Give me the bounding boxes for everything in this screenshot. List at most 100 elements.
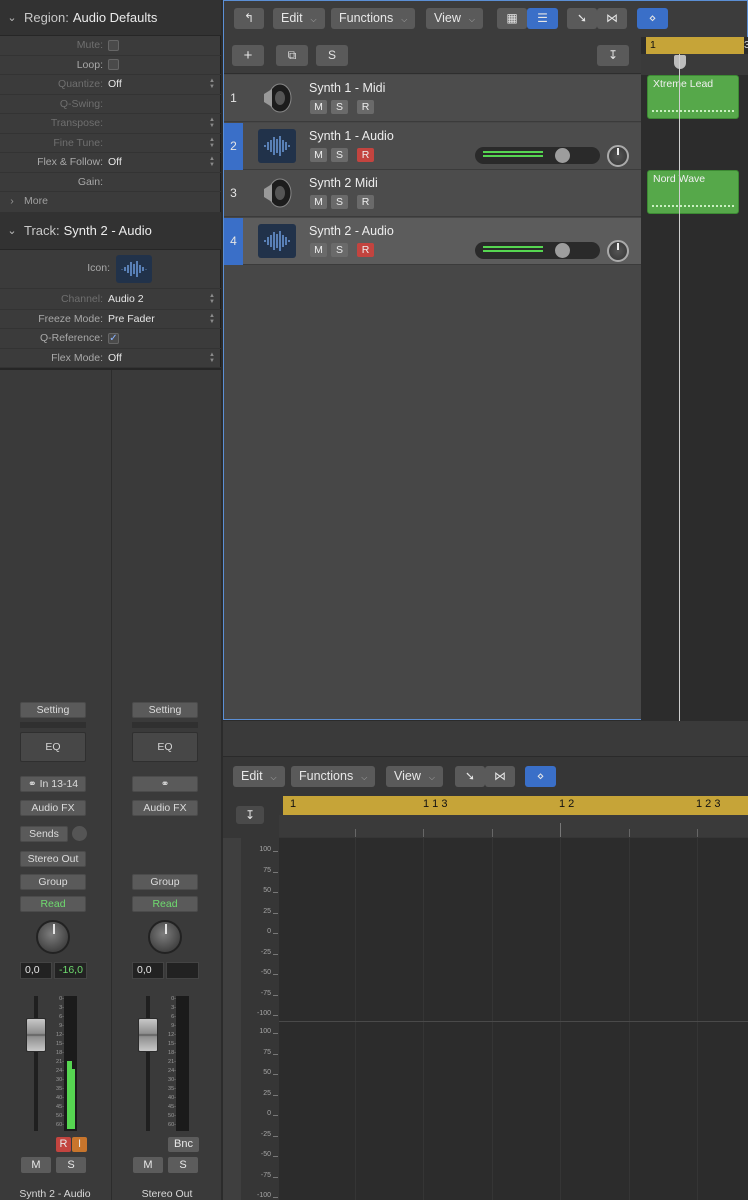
param-value[interactable]: Off — [108, 78, 203, 90]
playhead-handle[interactable] — [674, 55, 686, 69]
track-record-button[interactable]: R — [357, 147, 374, 162]
solo-button[interactable]: S — [56, 1157, 86, 1173]
back-arrow-icon[interactable]: ↰ — [234, 8, 264, 29]
cycle-ruler[interactable]: 1 — [646, 37, 744, 54]
track-record-button[interactable]: R — [357, 195, 374, 209]
input-slot[interactable]: ⚭ In 13-14 — [20, 776, 86, 792]
editor-timeline[interactable] — [279, 815, 748, 837]
tray-download-icon[interactable]: ↧ — [597, 45, 629, 66]
peak-readout[interactable] — [166, 962, 199, 979]
editor-view-menu[interactable]: View ⌵ — [386, 766, 443, 787]
region-nord-wave[interactable]: Nord Wave — [647, 170, 739, 214]
tray-download-icon[interactable]: ↧ — [236, 806, 264, 824]
track-header-1[interactable]: 1 Synth 1 - Midi M S R — [224, 75, 641, 122]
region-xtreme-lead[interactable]: Xtreme Lead — [647, 75, 739, 119]
param-value[interactable] — [108, 59, 221, 71]
track-solo-button[interactable]: S — [331, 147, 348, 162]
region-param-row[interactable]: Loop: — [0, 56, 221, 75]
functions-menu[interactable]: Functions ⌵ — [331, 8, 416, 29]
more-disclosure[interactable]: › More — [0, 191, 221, 211]
param-value[interactable]: ✓ — [108, 332, 221, 344]
flex-icon[interactable]: ⋈ — [597, 8, 627, 29]
region-param-row[interactable]: Fine Tune: ▲ ▼ — [0, 134, 221, 153]
setting-button[interactable]: Setting — [20, 702, 86, 718]
track-header-3[interactable]: 3 Synth 2 Midi M S R — [224, 170, 641, 217]
track-param-row[interactable]: Flex Mode: Off ▲ ▼ — [0, 349, 221, 368]
track-section-header[interactable]: ⌄ Track: Synth 2 - Audio — [0, 212, 221, 250]
volume-readout[interactable]: 0,0 — [132, 962, 164, 979]
list-view-icon[interactable]: ☰ — [527, 8, 558, 29]
track-record-button[interactable]: R — [357, 100, 374, 114]
region-section-header[interactable]: ⌄ Region: Audio Defaults — [0, 0, 221, 36]
global-solo-button[interactable]: S — [316, 45, 348, 66]
send-knob[interactable] — [72, 826, 87, 841]
mute-button[interactable]: M — [21, 1157, 51, 1173]
edit-menu[interactable]: Edit ⌵ — [273, 8, 325, 29]
volume-readout[interactable]: 0,0 — [20, 962, 52, 979]
speaker-icon[interactable] — [258, 81, 296, 115]
param-value[interactable]: Off — [108, 156, 203, 168]
stepper-icon[interactable]: ▲ ▼ — [203, 78, 221, 90]
track-param-row[interactable]: Freeze Mode: Pre Fader ▲ ▼ — [0, 310, 221, 329]
track-name[interactable]: Synth 1 - Audio — [309, 129, 394, 143]
duplicate-track-icon[interactable]: ⧉ — [276, 45, 308, 66]
input-slot[interactable]: ⚭ — [132, 776, 198, 792]
param-value[interactable]: Audio 2 — [108, 293, 203, 305]
stepper-icon[interactable]: ▲ ▼ — [203, 156, 221, 168]
region-param-row[interactable]: Quantize: Off ▲ ▼ — [0, 75, 221, 95]
record-enable-button[interactable]: R — [56, 1137, 71, 1152]
stepper-icon[interactable]: ▲ ▼ — [203, 352, 221, 364]
region-param-row[interactable]: Q-Swing: — [0, 95, 221, 114]
track-solo-button[interactable]: S — [331, 100, 348, 114]
track-volume-slider[interactable] — [475, 146, 600, 164]
automation-curve-icon[interactable]: ➘ — [455, 766, 485, 787]
solo-button[interactable]: S — [168, 1157, 198, 1173]
view-menu[interactable]: View ⌵ — [426, 8, 483, 29]
track-mute-button[interactable]: M — [310, 242, 327, 257]
catch-playhead-icon[interactable]: ⋄ — [525, 766, 556, 787]
timeline-ruler[interactable] — [641, 54, 748, 75]
setting-button[interactable]: Setting — [132, 702, 198, 718]
track-mute-button[interactable]: M — [310, 147, 327, 162]
track-volume-slider[interactable] — [475, 241, 600, 259]
param-value[interactable] — [108, 39, 221, 51]
track-header-2[interactable]: 2 Synth 1 - Audio M S R — [224, 122, 641, 170]
output-slot[interactable]: Stereo Out — [20, 851, 86, 867]
pan-knob[interactable] — [148, 920, 182, 954]
volume-fader[interactable] — [26, 1018, 46, 1052]
editor-cycle-ruler[interactable]: 1 1 1 3 1 2 1 2 3 — [283, 796, 748, 815]
checkbox-checked[interactable]: ✓ — [108, 332, 119, 344]
sends-slot[interactable]: Sends — [20, 826, 68, 842]
editor-functions-menu[interactable]: Functions ⌵ — [291, 766, 376, 787]
editor-edit-menu[interactable]: Edit ⌵ — [233, 766, 285, 787]
eq-display[interactable]: EQ — [20, 732, 86, 762]
region-param-row[interactable]: Gain: — [0, 173, 221, 192]
track-param-row[interactable]: Q-Reference: ✓ — [0, 329, 221, 349]
group-slot[interactable]: Group — [132, 874, 198, 890]
mute-button[interactable]: M — [133, 1157, 163, 1173]
bounce-button[interactable]: Bnc — [168, 1137, 199, 1152]
track-record-button[interactable]: R — [357, 242, 374, 257]
audio-fx-slot[interactable]: Audio FX — [20, 800, 86, 816]
stepper-icon[interactable]: ▲ ▼ — [203, 313, 221, 325]
stepper-icon[interactable]: ▲ ▼ — [203, 117, 221, 129]
track-mute-button[interactable]: M — [310, 195, 327, 209]
automation-mode[interactable]: Read — [132, 896, 198, 912]
waveform-icon[interactable] — [116, 255, 152, 283]
pan-knob[interactable] — [36, 920, 70, 954]
peak-readout[interactable]: -16,0 — [54, 962, 87, 979]
arrangement-area[interactable]: 1 3 Xtreme Lead Nord Wave — [641, 37, 748, 721]
speaker-icon[interactable] — [258, 176, 296, 210]
track-param-row[interactable]: Channel: Audio 2 ▲ ▼ — [0, 290, 221, 310]
automation-curve-icon[interactable]: ➘ — [567, 8, 597, 29]
checkbox[interactable] — [108, 59, 119, 71]
grid-view-icon[interactable]: ▦ — [497, 8, 527, 29]
eq-display[interactable]: EQ — [132, 732, 198, 762]
track-name[interactable]: Synth 2 - Audio — [309, 224, 394, 238]
waveform-icon[interactable] — [258, 128, 296, 163]
track-header-4[interactable]: 4 Synth 2 - Audio M S R — [224, 217, 641, 265]
track-solo-button[interactable]: S — [331, 195, 348, 209]
stepper-icon[interactable]: ▲ ▼ — [203, 293, 221, 305]
param-value[interactable]: Pre Fader — [108, 313, 203, 325]
track-solo-button[interactable]: S — [331, 242, 348, 257]
